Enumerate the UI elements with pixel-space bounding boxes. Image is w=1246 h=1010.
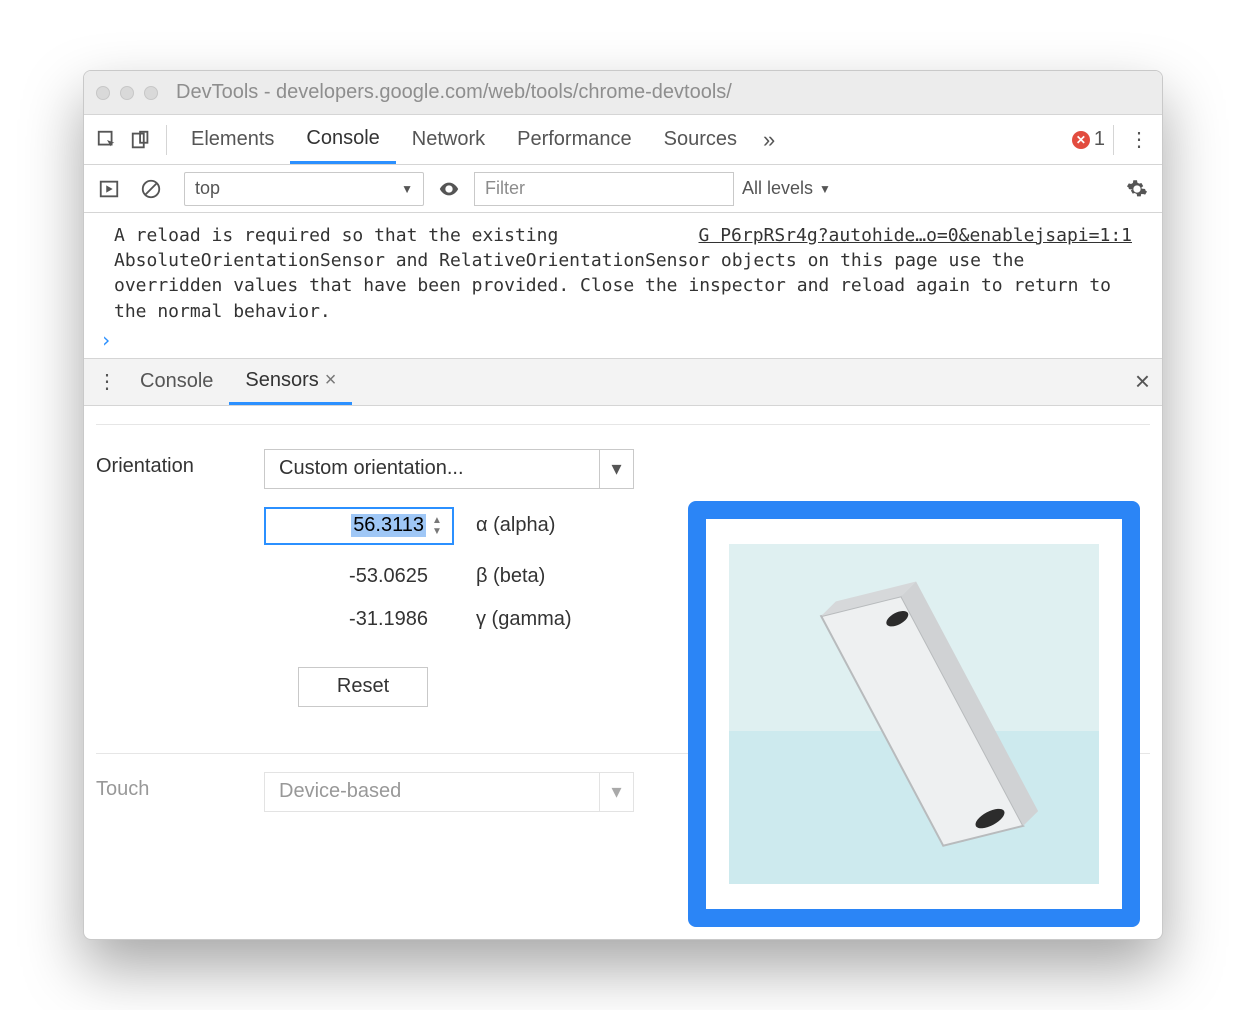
touch-select[interactable]: Device-based ▾: [264, 772, 634, 812]
separator: [166, 125, 167, 155]
tab-label: Sources: [664, 128, 737, 151]
device-toolbar-icon[interactable]: [124, 123, 158, 157]
chevron-down-icon: ▼: [401, 183, 413, 195]
drawer-tab-label: Console: [140, 370, 213, 393]
alpha-value: 56.3113: [351, 514, 426, 537]
gamma-value[interactable]: -31.1986: [264, 608, 454, 631]
clear-console-icon[interactable]: [134, 172, 168, 206]
log-levels-selector[interactable]: All levels ▼: [742, 178, 831, 199]
main-tabstrip: Elements Console Network Performance Sou…: [84, 115, 1162, 165]
console-output: G P6rpRSr4g?autohide…o=0&enablejsapi=1:1…: [84, 213, 1162, 328]
drawer-kebab-icon[interactable]: ⋮: [90, 365, 124, 399]
tab-label: Console: [306, 127, 379, 150]
alpha-label: α (alpha): [476, 514, 586, 537]
drawer-tab-label: Sensors: [245, 369, 318, 392]
window-controls: [96, 86, 158, 100]
drawer-tab-sensors[interactable]: Sensors ×: [229, 359, 352, 405]
settings-gear-icon[interactable]: [1120, 172, 1154, 206]
chevron-down-icon: ▼: [819, 183, 831, 195]
drawer-close-button[interactable]: ×: [1135, 366, 1150, 397]
orientation-preview[interactable]: [729, 544, 1099, 884]
tab-console[interactable]: Console: [290, 115, 395, 164]
drawer-tabstrip: ⋮ Console Sensors × ×: [84, 358, 1162, 406]
tab-label: Network: [412, 128, 485, 151]
filter-placeholder: Filter: [485, 178, 525, 199]
window-titlebar: DevTools - developers.google.com/web/too…: [84, 71, 1162, 115]
window-title: DevTools - developers.google.com/web/too…: [176, 81, 732, 104]
orientation-preview-highlight: [688, 501, 1140, 927]
minimize-window-button[interactable]: [120, 86, 134, 100]
select-value: Custom orientation...: [265, 457, 478, 480]
tab-performance[interactable]: Performance: [501, 115, 648, 164]
context-selector[interactable]: top ▼: [184, 172, 424, 206]
alpha-input[interactable]: 56.3113 ▲▼: [264, 507, 454, 545]
kebab-menu-icon[interactable]: ⋮: [1122, 123, 1156, 157]
select-value: Device-based: [265, 780, 415, 803]
console-prompt[interactable]: ›: [84, 328, 1162, 358]
message-source-link[interactable]: G P6rpRSr4g?autohide…o=0&enablejsapi=1:1: [699, 223, 1132, 248]
phone-model-icon: [784, 554, 1044, 874]
gamma-label: γ (gamma): [476, 608, 586, 631]
reset-button[interactable]: Reset: [298, 667, 428, 707]
beta-label: β (beta): [476, 565, 586, 588]
devtools-window: DevTools - developers.google.com/web/too…: [83, 70, 1163, 940]
separator: [1113, 125, 1114, 155]
execute-icon[interactable]: [92, 172, 126, 206]
chevron-down-icon: ▾: [599, 450, 633, 488]
levels-label: All levels: [742, 178, 813, 199]
alpha-row: 56.3113 ▲▼ α (alpha): [264, 507, 634, 545]
orientation-select[interactable]: Custom orientation... ▾: [264, 449, 634, 489]
orientation-label: Orientation: [96, 449, 246, 478]
tab-label: Elements: [191, 128, 274, 151]
touch-label: Touch: [96, 772, 246, 801]
chevron-down-icon: ▾: [599, 773, 633, 811]
beta-value[interactable]: -53.0625: [264, 565, 454, 588]
error-count: 1: [1094, 128, 1105, 151]
tab-label: Performance: [517, 128, 632, 151]
tab-network[interactable]: Network: [396, 115, 501, 164]
orientation-fields: 56.3113 ▲▼ α (alpha) -53.0625 β (beta) -…: [264, 507, 634, 707]
tabs-overflow-button[interactable]: »: [753, 127, 785, 153]
close-window-button[interactable]: [96, 86, 110, 100]
reset-label: Reset: [337, 675, 389, 697]
filter-input[interactable]: Filter: [474, 172, 734, 206]
console-toolbar: top ▼ Filter All levels ▼: [84, 165, 1162, 213]
context-label: top: [195, 178, 220, 199]
error-icon: ✕: [1072, 131, 1090, 149]
gamma-row: -31.1986 γ (gamma): [264, 608, 634, 631]
inspect-element-icon[interactable]: [90, 123, 124, 157]
divider: [96, 424, 1150, 425]
close-tab-icon[interactable]: ×: [325, 369, 337, 392]
drawer-tab-console[interactable]: Console: [124, 359, 229, 405]
beta-row: -53.0625 β (beta): [264, 565, 634, 588]
error-count-badge[interactable]: ✕ 1: [1072, 128, 1105, 151]
tab-elements[interactable]: Elements: [175, 115, 290, 164]
tab-sources[interactable]: Sources: [648, 115, 753, 164]
eye-icon[interactable]: [432, 172, 466, 206]
zoom-window-button[interactable]: [144, 86, 158, 100]
stepper-icon[interactable]: ▲▼: [432, 513, 448, 539]
